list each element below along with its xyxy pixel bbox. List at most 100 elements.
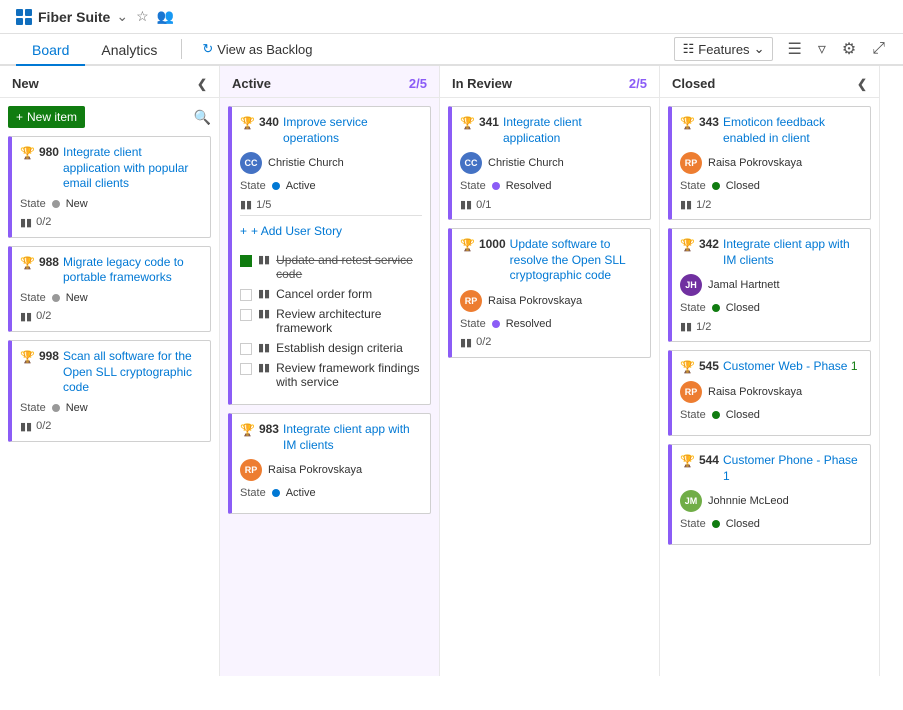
avatar: CC [240,152,262,174]
column-in-review-body: 🏆 341 Integrate client application CC Ch… [440,98,659,676]
card-983-avatar: RP Raisa Pokrovskaya [240,459,422,481]
star-icon[interactable]: ☆ [136,8,149,25]
card-998[interactable]: 🏆 998 Scan all software for the Open SLL… [8,340,211,442]
settings-icon[interactable]: ⚙ [840,37,858,61]
story-item-5[interactable]: ▮▮ Review framework findings with servic… [240,358,422,392]
backlog-circle-icon: ↻ [202,41,213,57]
trophy-icon: 🏆 [680,116,695,130]
story-bars-icon: ▮▮ [258,361,270,374]
state-label: State [460,318,486,330]
card-983-title: 🏆 983 Integrate client app with IM clien… [240,422,422,453]
nav-right-actions: ☷ Features ⌄ ☰ ▿ ⚙ ⤢ [674,37,887,61]
column-closed-chevron[interactable]: ❮ [857,77,867,91]
state-dot [712,304,720,312]
card-1000-avatar: RP Raisa Pokrovskaya [460,290,642,312]
card-341[interactable]: 🏆 341 Integrate client application CC Ch… [448,106,651,220]
app-logo[interactable]: Fiber Suite [16,9,110,25]
card-544-state: State Closed [680,518,862,530]
nav-board[interactable]: Board [16,34,85,66]
story-item-1[interactable]: ▮▮ Update and retest service code [240,250,422,284]
progress-bars-icon: ▮▮ [240,198,252,211]
trophy-icon: 🏆 [20,350,35,364]
search-button[interactable]: 🔍 [194,109,211,126]
card-342[interactable]: 🏆 342 Integrate client app with IM clien… [668,228,871,342]
column-new-body: + New item 🔍 🏆 980 Integrate client appl… [0,98,219,676]
card-342-avatar: JH Jamal Hartnett [680,274,862,296]
trophy-icon: 🏆 [460,116,475,130]
card-983[interactable]: 🏆 983 Integrate client app with IM clien… [228,413,431,514]
card-544[interactable]: 🏆 544 Customer Phone - Phase 1 JM Johnni… [668,444,871,545]
card-988-title: 🏆 988 Migrate legacy code to portable fr… [20,255,202,286]
story-checkbox-2[interactable] [240,289,252,301]
state-label: State [240,487,266,499]
state-dot [52,404,60,412]
card-342-progress: ▮▮ 1/2 [680,320,862,333]
nav-view-backlog[interactable]: ↻ View as Backlog [190,35,324,63]
story-list: ▮▮ Update and retest service code ▮▮ Can… [240,246,422,396]
progress-bars-icon: ▮▮ [20,420,32,433]
column-new-chevron[interactable]: ❮ [197,77,207,91]
state-label: State [240,180,266,192]
progress-bars-icon: ▮▮ [680,320,692,333]
card-988[interactable]: 🏆 988 Migrate legacy code to portable fr… [8,246,211,332]
expand-icon[interactable]: ⤢ [870,38,887,60]
story-item-4[interactable]: ▮▮ Establish design criteria [240,338,422,358]
column-closed-label: Closed [672,76,715,91]
story-checkbox-4[interactable] [240,343,252,355]
state-dot [492,182,500,190]
people-icon[interactable]: 👥 [157,8,174,25]
state-label: State [20,198,46,210]
features-dropdown[interactable]: ☷ Features ⌄ [674,37,774,61]
story-checkbox-1[interactable] [240,255,252,267]
column-active-header: Active 2/5 [220,66,439,98]
column-in-review: In Review 2/5 🏆 341 Integrate client app… [440,66,660,676]
card-340-avatar: CC Christie Church [240,152,422,174]
column-active-label: Active [232,76,271,91]
card-342-state: State Closed [680,302,862,314]
card-544-avatar: JM Johnnie McLeod [680,490,862,512]
card-545-title: 🏆 545 Customer Web - Phase 1 [680,359,862,375]
navbar: Board Analytics ↻ View as Backlog ☷ Feat… [0,34,903,66]
nav-analytics[interactable]: Analytics [85,34,173,66]
column-in-review-label: In Review [452,76,512,91]
card-1000[interactable]: 🏆 1000 Update software to resolve the Op… [448,228,651,358]
story-item-2[interactable]: ▮▮ Cancel order form [240,284,422,304]
column-active-body: 🏆 340 Improve service operations CC Chri… [220,98,439,676]
features-chevron-icon: ⌄ [754,41,765,57]
story-checkbox-5[interactable] [240,363,252,375]
add-user-story-button[interactable]: + + Add User Story [240,220,422,242]
filter-lines-icon[interactable]: ☰ [785,37,803,61]
trophy-icon: 🏆 [460,238,475,252]
story-checkbox-3[interactable] [240,309,252,321]
plus-icon: + [240,224,247,238]
new-item-bar: + New item 🔍 [8,106,211,128]
card-343-title: 🏆 343 Emoticon feedback enabled in clien… [680,115,862,146]
story-item-3[interactable]: ▮▮ Review architecture framework [240,304,422,338]
card-340[interactable]: 🏆 340 Improve service operations CC Chri… [228,106,431,405]
card-983-state: State Active [240,487,422,499]
dropdown-icon[interactable]: ⌄ [116,8,128,25]
state-label: State [20,292,46,304]
logo-grid-icon [16,9,32,25]
avatar: CC [460,152,482,174]
card-545-avatar: RP Raisa Pokrovskaya [680,381,862,403]
avatar: RP [680,381,702,403]
phase-tag: 1 [851,359,858,373]
state-label: State [680,518,706,530]
card-980[interactable]: 🏆 980 Integrate client application with … [8,136,211,238]
card-545[interactable]: 🏆 545 Customer Web - Phase 1 RP Raisa Po… [668,350,871,436]
topbar-icons: ⌄ ☆ 👥 [116,8,174,25]
story-bars-icon: ▮▮ [258,341,270,354]
story-bars-icon: ▮▮ [258,253,270,266]
trophy-icon: 🏆 [680,360,695,374]
card-998-state: State New [20,402,202,414]
app-title: Fiber Suite [38,9,110,25]
new-item-button[interactable]: + New item [8,106,85,128]
story-bars-icon: ▮▮ [258,307,270,320]
card-544-title: 🏆 544 Customer Phone - Phase 1 [680,453,862,484]
funnel-icon[interactable]: ▿ [816,37,828,61]
layout-icon: ☷ [683,41,695,57]
card-343[interactable]: 🏆 343 Emoticon feedback enabled in clien… [668,106,871,220]
trophy-icon: 🏆 [240,423,255,437]
column-in-review-header: In Review 2/5 [440,66,659,98]
